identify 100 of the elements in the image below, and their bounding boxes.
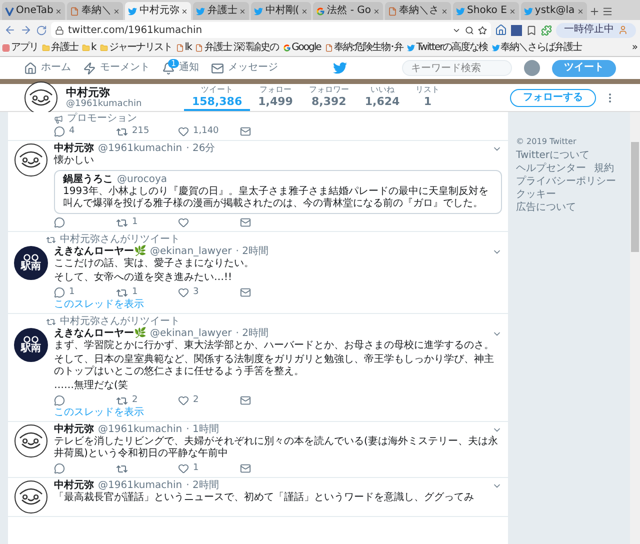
mail-icon[interactable]	[240, 126, 251, 137]
reload-icon[interactable]	[36, 24, 47, 36]
close-icon[interactable]	[373, 8, 380, 14]
scrollbar[interactable]	[630, 112, 640, 544]
profile-stat-tab[interactable]: リスト 1	[408, 84, 448, 111]
cartoon-avatar[interactable]	[14, 480, 48, 514]
tweet-time[interactable]: · 2時間	[236, 328, 269, 340]
browser-tab[interactable]: 弁護士	[193, 2, 250, 20]
bookmark-item[interactable]: 弁護士	[42, 42, 78, 54]
menu-icon[interactable]	[602, 6, 613, 17]
retweet-icon[interactable]	[116, 126, 128, 138]
mail-icon[interactable]	[240, 287, 251, 298]
close-icon[interactable]	[181, 8, 188, 14]
footer-link[interactable]: 広告について	[516, 201, 576, 214]
zoom-icon[interactable]	[465, 26, 474, 34]
bookmark-item[interactable]: Twitterの高度な検	[407, 42, 488, 54]
close-icon[interactable]	[55, 8, 62, 14]
avatar[interactable]: 駅南	[14, 328, 48, 362]
reply-icon[interactable]	[54, 217, 65, 228]
address-field[interactable]: twitter.com/1961kumachin	[51, 22, 491, 38]
author-name[interactable]: 中村元弥	[54, 143, 94, 155]
author-name[interactable]: えきなんローヤー🌿	[54, 328, 146, 340]
bookmark-item[interactable]: ジャーナリスト	[100, 42, 172, 54]
pause-pill[interactable]: 一時停止中	[556, 22, 636, 38]
nav-item[interactable]: 1 通知	[162, 62, 199, 74]
bookmark-item[interactable]: k	[82, 42, 96, 54]
close-icon[interactable]	[113, 8, 120, 14]
author-name[interactable]: 中村元弥	[54, 424, 94, 436]
browser-tab[interactable]: OneTab	[2, 2, 66, 20]
author-handle[interactable]: @1961kumachin	[98, 480, 182, 492]
reply-icon[interactable]	[54, 395, 65, 406]
heart-icon[interactable]	[178, 395, 189, 406]
scrollbar-thumb[interactable]	[631, 142, 639, 252]
bird-logo-icon[interactable]	[333, 61, 347, 75]
heart-icon[interactable]	[178, 287, 189, 298]
quoted-tweet[interactable]: 鍋屋うろこ @urocoya 1993年、小林よしのり『慶賀の日』。皇太子さま雅子さま結婚パレードの最中に天皇制反対を叫んで爆弾を投げる雅子様の漫画が掲載されたのは、今の青林堂になる前の『ガロ』でした。	[54, 170, 502, 214]
bookmark-item[interactable]: 奉納＼さらば弁護士	[492, 42, 582, 54]
heart-icon[interactable]	[178, 126, 189, 137]
heart-icon[interactable]	[178, 217, 189, 228]
mail-icon[interactable]	[240, 217, 251, 228]
retweet-icon[interactable]	[116, 286, 128, 298]
tweet-time[interactable]: · 2時間	[186, 480, 219, 492]
nav-item[interactable]: モーメント	[83, 62, 150, 74]
bookmark-item[interactable]: Google	[282, 42, 321, 54]
profile-stat-tab[interactable]: フォロワー 8,392	[300, 84, 357, 111]
bookmark-item[interactable]: 奉納:危険生物･弁	[324, 42, 404, 54]
browser-tab[interactable]: ystk@la	[520, 2, 587, 20]
bookmark-icon[interactable]	[526, 24, 537, 36]
author-handle[interactable]: @1961kumachin	[98, 424, 182, 436]
footer-link[interactable]: プライバシーポリシー	[516, 175, 616, 188]
footer-link[interactable]: ヘルプセンター	[516, 162, 586, 175]
close-icon[interactable]	[508, 8, 516, 14]
mail-icon[interactable]	[240, 395, 251, 406]
nav-item[interactable]: ホーム	[24, 62, 71, 74]
back-icon[interactable]	[4, 24, 16, 36]
tweet-time[interactable]: · 1時間	[186, 424, 219, 436]
bookmark-item[interactable]: アプリ	[2, 42, 38, 54]
cartoon-avatar[interactable]	[14, 143, 48, 177]
browser-tab[interactable]: 法然 - Go	[313, 2, 384, 20]
close-icon[interactable]	[239, 8, 246, 14]
tweet-time[interactable]: · 2時間	[236, 246, 269, 258]
reply-icon[interactable]	[54, 463, 65, 474]
footer-link[interactable]: Twitterについて	[516, 149, 590, 162]
reply-icon[interactable]	[54, 287, 65, 298]
close-icon[interactable]	[576, 8, 584, 14]
close-icon[interactable]	[441, 8, 448, 14]
reply-icon[interactable]	[54, 126, 65, 137]
retweet-icon[interactable]	[116, 216, 128, 228]
star-icon[interactable]	[478, 26, 487, 34]
footer-link[interactable]: 規約	[594, 162, 614, 175]
profile-stat-tab[interactable]: フォロー 1,499	[250, 84, 301, 111]
retweet-icon[interactable]	[116, 394, 128, 406]
author-name[interactable]: 中村元弥	[54, 480, 94, 492]
author-name[interactable]: えきなんローヤー🌿	[54, 246, 146, 258]
home-icon[interactable]	[495, 24, 507, 36]
browser-tab[interactable]: 中村元弥	[125, 2, 192, 20]
user-avatar[interactable]	[524, 60, 540, 76]
new-tab-icon[interactable]	[588, 6, 600, 17]
author-handle[interactable]: @ekinan_lawyer	[150, 246, 232, 258]
nav-item[interactable]: メッセージ	[211, 62, 278, 74]
bookmark-item[interactable]: 弁護士 深澤諭史の	[195, 42, 279, 54]
cartoon-avatar[interactable]	[14, 424, 48, 458]
extension-icon[interactable]	[511, 24, 522, 36]
search-field[interactable]: キーワード検索	[402, 60, 512, 76]
tweet-time[interactable]: · 26分	[186, 143, 216, 155]
browser-tab[interactable]: 奉納＼	[67, 2, 124, 20]
cartoon-avatar[interactable]	[24, 80, 58, 114]
author-handle[interactable]: @1961kumachin	[98, 143, 182, 155]
browser-tab[interactable]: Shoko E	[453, 2, 519, 20]
footer-link[interactable]: クッキー	[516, 188, 556, 201]
browser-tab[interactable]: 中村剛(	[251, 2, 312, 20]
profile-stat-tab[interactable]: いいね 1,624	[356, 84, 408, 111]
more-bookmarks[interactable]: »	[632, 42, 638, 54]
puzzle-icon[interactable]	[541, 24, 552, 36]
forward-icon[interactable]	[20, 24, 32, 36]
heart-icon[interactable]	[178, 463, 189, 474]
author-handle[interactable]: @ekinan_lawyer	[150, 328, 232, 340]
browser-tab[interactable]: 奉納＼さ	[385, 2, 452, 20]
bookmark-item[interactable]: lk	[176, 42, 192, 54]
avatar[interactable]: 駅南	[14, 246, 48, 280]
